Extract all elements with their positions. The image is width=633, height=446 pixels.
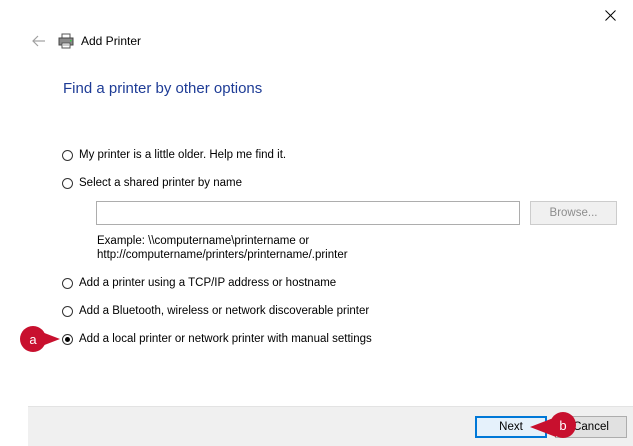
- radio-bluetooth-wireless[interactable]: [62, 305, 73, 317]
- option-older-printer[interactable]: My printer is a little older. Help me fi…: [62, 149, 286, 161]
- option-tcpip-label: Add a printer using a TCP/IP address or …: [79, 277, 337, 289]
- radio-older-printer[interactable]: [62, 149, 73, 161]
- window-title: Add Printer: [81, 34, 142, 48]
- back-arrow-icon: [32, 35, 45, 47]
- option-shared-printer-label: Select a shared printer by name: [79, 177, 243, 189]
- add-printer-window: Add Printer Find a printer by other opti…: [0, 0, 633, 446]
- option-local-manual-label: Add a local printer or network printer w…: [79, 333, 372, 345]
- callout-b-badge: b: [550, 412, 576, 438]
- option-older-printer-label: My printer is a little older. Help me fi…: [79, 149, 287, 161]
- option-bluetooth-wireless[interactable]: Add a Bluetooth, wireless or network dis…: [62, 305, 369, 317]
- option-bluetooth-wireless-label: Add a Bluetooth, wireless or network dis…: [79, 305, 370, 317]
- option-shared-printer[interactable]: Select a shared printer by name: [62, 177, 242, 189]
- close-icon: [604, 9, 616, 21]
- close-button[interactable]: [587, 0, 633, 30]
- browse-button[interactable]: Browse...: [530, 201, 617, 225]
- radio-shared-printer[interactable]: [62, 177, 73, 189]
- page-title: Find a printer by other options: [63, 80, 263, 97]
- radio-tcpip[interactable]: [62, 277, 73, 289]
- example-line-2: http://computername/printers/printername…: [97, 249, 348, 261]
- back-button[interactable]: [30, 32, 48, 50]
- printer-icon: [58, 32, 76, 50]
- option-tcpip[interactable]: Add a printer using a TCP/IP address or …: [62, 277, 336, 289]
- option-local-manual[interactable]: Add a local printer or network printer w…: [62, 333, 372, 345]
- shared-printer-name-input[interactable]: [96, 201, 520, 225]
- callout-a-badge: a: [20, 326, 46, 352]
- window-header: Add Printer: [30, 30, 141, 52]
- example-line-1: Example: \\computername\printername or: [97, 235, 310, 247]
- shared-printer-example: Example: \\computername\printername or h…: [97, 234, 348, 262]
- radio-local-manual[interactable]: [62, 333, 73, 345]
